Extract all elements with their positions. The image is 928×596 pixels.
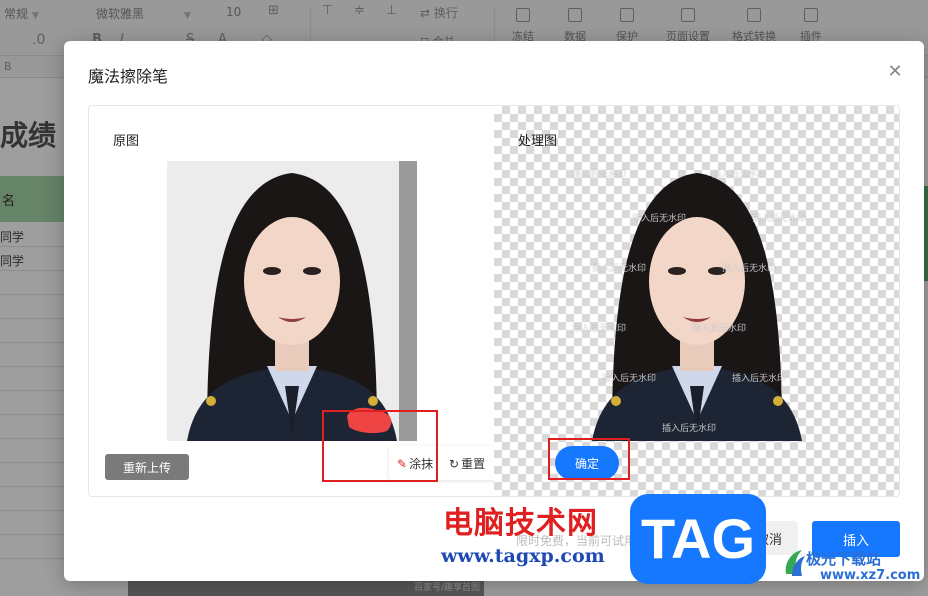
smear-highlight-box (322, 410, 438, 482)
brand-url-watermark: www.tagxp.com (441, 545, 605, 567)
original-photo[interactable] (167, 161, 417, 441)
site-url-watermark: www.xz7.com (820, 568, 921, 583)
reupload-button[interactable]: 重新上传 (105, 454, 189, 480)
preview-watermark: 插入后无水印 (572, 324, 627, 334)
preview-watermark: 插入后无水印 (752, 214, 807, 224)
preview-watermark: 插入后无水印 (572, 170, 627, 180)
processed-photo: 插入后无水印 插入后无水印 插入后无水印 插入后无水印 插入后无水印 插入后无水… (572, 161, 822, 441)
original-label: 原图 (113, 134, 140, 149)
preview-watermark: 插入后无水印 (732, 374, 787, 384)
preview-watermark: 插入后无水印 (722, 264, 777, 274)
preview-watermark: 插入后无水印 (662, 424, 717, 434)
brand-watermark: 电脑技术网 (443, 506, 598, 541)
image-workspace: 原图 重新上传 ✎ 涂抹 ↻ 重置 处理图 插入后无水印 插入后无水印 插入后无… (88, 105, 900, 497)
preview-watermark: 插入后无水印 (712, 170, 767, 180)
site-name-watermark: 极光下载站 (806, 550, 882, 568)
portrait-illustration (592, 173, 802, 441)
preview-watermark: 插入后无水印 (602, 374, 657, 384)
aurora-logo-icon (785, 550, 805, 576)
preview-watermark: 插入后无水印 (592, 264, 647, 274)
portrait-illustration (167, 161, 417, 441)
reset-tool[interactable]: ↻ 重置 (449, 455, 485, 472)
preview-watermark: 插入后无水印 (692, 324, 747, 334)
close-icon[interactable]: ✕ (886, 63, 904, 81)
processed-label: 处理图 (518, 134, 558, 149)
confirm-highlight-box (548, 438, 630, 480)
reset-label: 重置 (461, 457, 486, 471)
preview-watermark: 插入后无水印 (632, 214, 687, 224)
dialog-title: 魔法擦除笔 (88, 67, 169, 86)
reset-icon: ↻ (449, 457, 460, 471)
tag-logo: TAG (630, 494, 766, 584)
